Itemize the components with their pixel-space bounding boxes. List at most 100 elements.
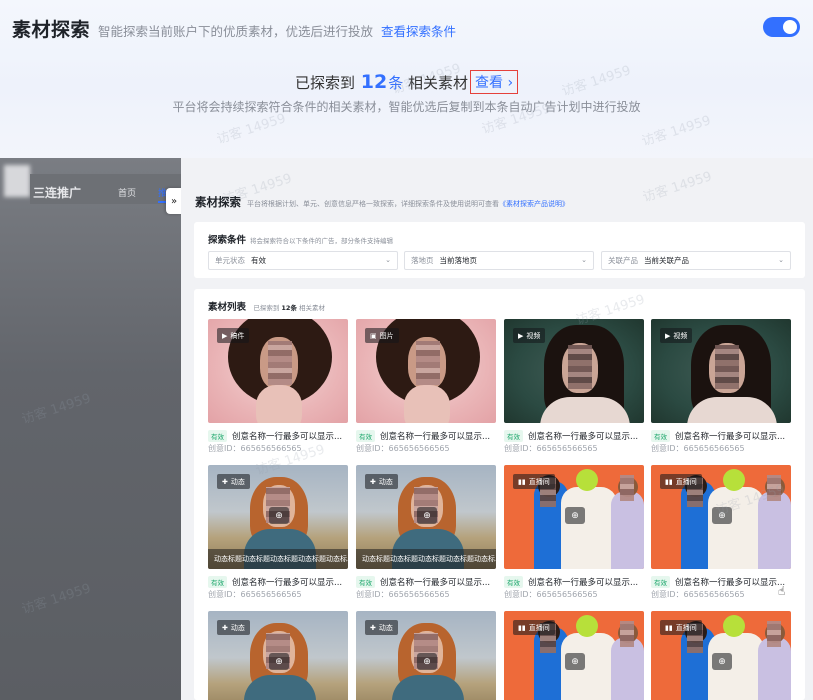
material-thumbnail[interactable]: ▶ 视频 bbox=[651, 319, 791, 423]
view-conditions-link[interactable]: 查看探索条件 bbox=[381, 21, 456, 40]
hand-cursor-icon: ☝ bbox=[778, 584, 786, 598]
zoom-icon[interactable]: ⊕ bbox=[417, 507, 437, 524]
conditions-title-text: 探索条件 bbox=[208, 235, 247, 246]
zoom-icon[interactable]: ⊕ bbox=[712, 507, 732, 524]
type-icon: ▶ bbox=[665, 331, 671, 340]
material-thumbnail[interactable]: ▣ 图片 bbox=[356, 319, 496, 423]
figure-head bbox=[723, 615, 745, 637]
material-type-badge: ▮▮ 直播间 bbox=[513, 474, 555, 489]
unit-status-select[interactable]: 单元状态 有效 ⌄ bbox=[208, 251, 398, 270]
material-tile[interactable]: ▶ 视频 有效 创意名称一行最多可以显示... 创意ID：665656566565 bbox=[651, 319, 791, 454]
panel-desc-text: 平台将根据计划、单元、创意信息严格一致探索，详细探索条件及使用说明可查看 bbox=[247, 200, 499, 208]
type-icon: ✚ bbox=[370, 477, 376, 486]
type-label: 动态 bbox=[378, 623, 393, 632]
material-thumbnail[interactable]: ⊕ ▮▮ 直播间 bbox=[504, 611, 644, 700]
status-badge: 有效 bbox=[356, 575, 375, 588]
found-suffix: 相关素材 bbox=[407, 74, 468, 92]
product-doc-link[interactable]: 《素材探索产品说明》 bbox=[499, 200, 569, 208]
view-button[interactable]: 查看 › bbox=[470, 70, 519, 94]
panel-title: 素材探索 bbox=[195, 195, 241, 209]
zoom-icon[interactable]: ⊕ bbox=[712, 653, 732, 670]
material-name-row: 有效 创意名称一行最多可以显示... bbox=[504, 429, 644, 442]
material-tile[interactable]: ⊕ ✚ 动态 bbox=[356, 611, 496, 700]
found-summary: 已探索到 12条 相关素材 查看 › bbox=[0, 70, 813, 94]
material-id: 创意ID：665656566565 bbox=[208, 590, 302, 599]
mosaic-blur bbox=[620, 475, 634, 501]
select-value: 当前关联产品 bbox=[644, 256, 689, 265]
type-label: 直播间 bbox=[675, 623, 697, 632]
material-name: 创意名称一行最多可以显示... bbox=[528, 577, 639, 588]
material-thumbnail[interactable]: ▶ 稿件 bbox=[208, 319, 348, 423]
explore-header: 素材探索 智能探索当前账户下的优质素材，优选后进行投放 查看探索条件 已探索到 … bbox=[0, 0, 813, 158]
figure-lavender bbox=[758, 491, 791, 569]
material-type-badge: ▶ 稿件 bbox=[217, 328, 250, 343]
mosaic-blur bbox=[767, 475, 781, 501]
watermark: 访客 14959 bbox=[641, 169, 714, 206]
explore-panel: 素材探索 平台将根据计划、单元、创意信息严格一致探索，详细探索条件及使用说明可查… bbox=[181, 158, 813, 700]
mosaic-blur bbox=[268, 341, 292, 385]
collapse-icon[interactable]: » bbox=[166, 188, 182, 214]
landing-page-select[interactable]: 落地页 当前落地页 ⌄ bbox=[404, 251, 594, 270]
material-thumbnail[interactable]: ⊕ ▮▮ 直播间 bbox=[504, 465, 644, 569]
material-tile[interactable]: ▶ 视频有效 创意名称一行最多可以显示... 创意ID：665656566565 bbox=[504, 319, 644, 454]
material-id: 创意ID：665656566565 bbox=[504, 444, 598, 453]
zoom-icon[interactable]: ⊕ bbox=[417, 653, 437, 670]
material-tile[interactable]: ⊕ ▮▮ 直播间 有效 创意名称一行最多可以显示... 创意ID：665656566565 bbox=[651, 465, 791, 600]
type-icon: ✚ bbox=[222, 623, 228, 632]
material-tile[interactable]: ⊕ ▮▮ 直播间 bbox=[651, 611, 791, 700]
mosaic-blur bbox=[715, 345, 739, 389]
material-thumbnail[interactable]: ⊕ ▮▮ 直播间 bbox=[651, 611, 791, 700]
type-label: 视频 bbox=[673, 331, 688, 340]
type-icon: ▮▮ bbox=[518, 623, 526, 632]
material-name-row: 有效 创意名称一行最多可以显示... bbox=[651, 575, 791, 588]
material-thumbnail[interactable]: ⊕ ✚ 动态 动态标题动态标题动态标题动态标题动态标... bbox=[208, 465, 348, 569]
nav-home[interactable]: 首页 bbox=[118, 186, 136, 199]
explore-description: 平台将会持续探索符合条件的相关素材，智能优选后复制到本条自动广告计划中进行投放 bbox=[172, 100, 641, 114]
material-tile[interactable]: ⊕ ▮▮ 直播间 bbox=[504, 611, 644, 700]
title-row: 素材探索 智能探索当前账户下的优质素材，优选后进行投放 查看探索条件 bbox=[12, 15, 456, 42]
material-thumbnail[interactable]: ⊕ ✚ 动态 动态标题动态标题动态标题动态标题动态标... bbox=[356, 465, 496, 569]
select-label: 落地页 bbox=[411, 256, 434, 265]
material-id: 创意ID：665656566565 bbox=[208, 444, 302, 453]
material-type-badge: ✚ 动态 bbox=[365, 620, 398, 635]
select-label: 关联产品 bbox=[608, 256, 638, 265]
found-count: 12 bbox=[360, 71, 388, 93]
mosaic-blur bbox=[416, 341, 440, 385]
material-thumbnail[interactable]: ⊕ ✚ 动态 bbox=[356, 611, 496, 700]
material-thumbnail[interactable]: ▶ 视频 bbox=[504, 319, 644, 423]
type-label: 动态 bbox=[378, 477, 393, 486]
material-thumbnail[interactable]: ⊕ ✚ 动态 bbox=[208, 611, 348, 700]
explore-toggle[interactable] bbox=[763, 17, 800, 37]
material-tile[interactable]: ⊕ ✚ 动态 动态标题动态标题动态标题动态标题动态标... 有效 创意名称一行最多可以显示… bbox=[208, 465, 348, 600]
conditions-card: 探索条件 将会探索符合以下条件的广告，部分条件支持编辑 单元状态 有效 ⌄ 落地页… bbox=[194, 222, 805, 278]
type-icon: ▣ bbox=[370, 331, 377, 340]
select-value: 当前落地页 bbox=[439, 256, 478, 265]
found-prefix: 已探索到 bbox=[294, 74, 355, 92]
material-type-badge: ▮▮ 直播间 bbox=[513, 620, 555, 635]
status-badge: 有效 bbox=[208, 429, 227, 442]
status-badge: 有效 bbox=[504, 429, 523, 442]
zoom-icon[interactable]: ⊕ bbox=[269, 653, 289, 670]
zoom-icon[interactable]: ⊕ bbox=[565, 507, 585, 524]
zoom-icon[interactable]: ⊕ bbox=[565, 653, 585, 670]
material-id: 创意ID：665656566565 bbox=[651, 444, 745, 453]
page-title: 素材探索 bbox=[12, 19, 91, 41]
zoom-icon[interactable]: ⊕ bbox=[269, 507, 289, 524]
embedded-screenshot: 三连推广 首页 推 访客 14959 访客 14959 » 素材探索 平台将根据… bbox=[0, 158, 813, 700]
watermark: 访客 14959 bbox=[20, 391, 93, 428]
material-type-badge: ▮▮ 直播间 bbox=[660, 620, 702, 635]
material-thumbnail[interactable]: ⊕ ▮▮ 直播间 bbox=[651, 465, 791, 569]
material-name: 创意名称一行最多可以显示... bbox=[675, 577, 786, 588]
material-tile[interactable]: ⊕ ✚ 动态 动态标题动态标题动态标题动态标题动态标... 有效 创意名称一行最多可以显示… bbox=[356, 465, 496, 600]
material-tile[interactable]: ▶ 稿件 有效 创意名称一行最多可以显示... 创意ID：665656566565 bbox=[208, 319, 348, 454]
logo-text: 三连推广 bbox=[33, 186, 82, 200]
material-tile[interactable]: ⊕ ✚ 动态 bbox=[208, 611, 348, 700]
material-id: 创意ID：665656566565 bbox=[504, 590, 598, 599]
material-tile[interactable]: ⊕ ▮▮ 直播间有效 创意名称一行最多可以显示... 创意ID：665656566565 bbox=[504, 465, 644, 600]
material-id: 创意ID：665656566565 bbox=[356, 590, 450, 599]
type-label: 直播间 bbox=[528, 477, 550, 486]
related-product-select[interactable]: 关联产品 当前关联产品 ⌄ bbox=[601, 251, 791, 270]
material-tile[interactable]: ▣ 图片 有效 创意名称一行最多可以显示... 创意ID：665656566565 bbox=[356, 319, 496, 454]
status-badge: 有效 bbox=[504, 575, 523, 588]
type-label: 稿件 bbox=[230, 331, 245, 340]
